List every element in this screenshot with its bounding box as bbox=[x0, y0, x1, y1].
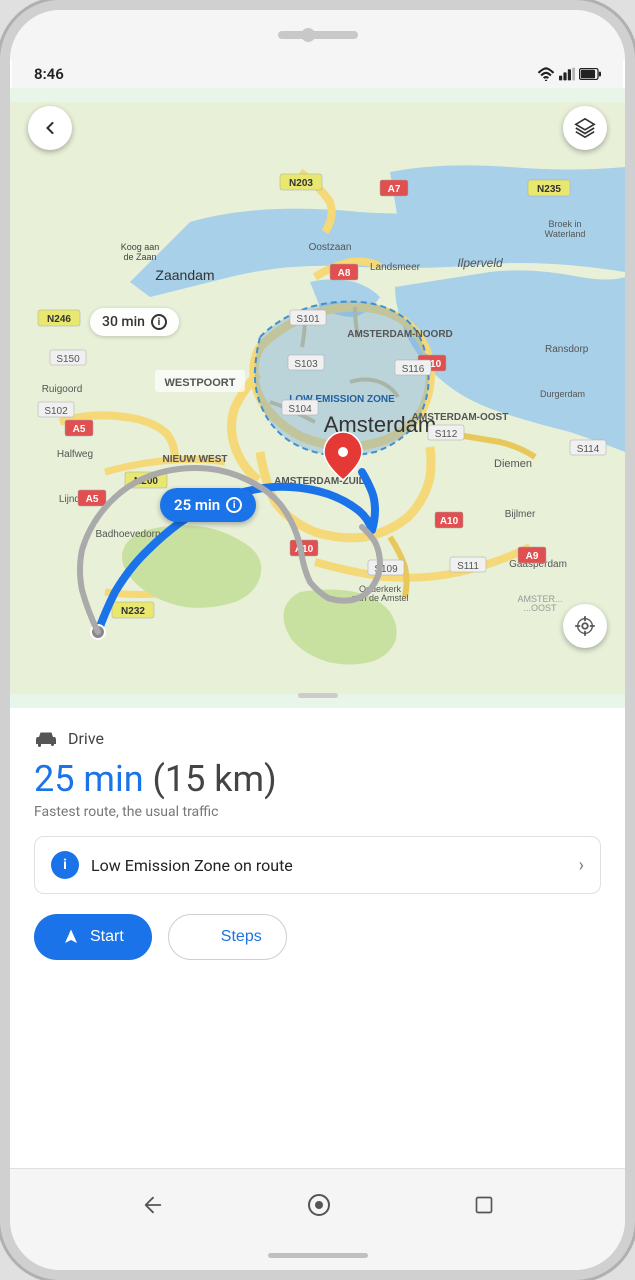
svg-text:...OOST: ...OOST bbox=[523, 603, 557, 613]
phone-bottom-bar bbox=[10, 1240, 625, 1270]
svg-text:S103: S103 bbox=[294, 359, 318, 370]
status-bar: 8:46 bbox=[10, 60, 625, 88]
svg-text:WESTPOORT: WESTPOORT bbox=[165, 377, 236, 389]
my-location-button[interactable] bbox=[563, 604, 607, 648]
action-buttons: Start Steps bbox=[34, 914, 601, 976]
alternate-route-duration: 30 min bbox=[102, 314, 145, 330]
info-icon-1: i bbox=[151, 314, 167, 330]
svg-text:Ruigoord: Ruigoord bbox=[42, 384, 83, 395]
nav-back-button[interactable] bbox=[142, 1194, 164, 1216]
nav-recent-button[interactable] bbox=[474, 1195, 494, 1215]
phone-speaker bbox=[278, 31, 358, 39]
steps-icon bbox=[193, 928, 211, 946]
svg-text:Bijlmer: Bijlmer bbox=[505, 509, 536, 520]
svg-text:S102: S102 bbox=[44, 406, 68, 417]
route-description: Fastest route, the usual traffic bbox=[34, 804, 601, 820]
android-nav-bar bbox=[10, 1168, 625, 1240]
route-time-display: 25 min (15 km) bbox=[34, 758, 601, 800]
start-button[interactable]: Start bbox=[34, 914, 152, 960]
lez-info-icon: i bbox=[51, 851, 79, 879]
svg-text:S116: S116 bbox=[402, 364, 425, 375]
phone-top-bar bbox=[10, 10, 625, 60]
svg-text:Ransdorp: Ransdorp bbox=[545, 344, 589, 355]
phone-frame: 8:46 bbox=[0, 0, 635, 1280]
svg-text:Durgerdam: Durgerdam bbox=[540, 389, 585, 399]
map-container: WESTPOORT LOW EMISSION ZONE AMSTERDAM-NO… bbox=[10, 88, 625, 708]
alternate-route-badge: 30 min i bbox=[90, 308, 179, 336]
svg-text:N235: N235 bbox=[537, 184, 561, 195]
svg-text:Ilperveld: Ilperveld bbox=[457, 256, 503, 270]
phone-camera bbox=[301, 28, 315, 42]
status-icons bbox=[537, 67, 601, 81]
map-drag-handle[interactable] bbox=[298, 693, 338, 698]
svg-text:S114: S114 bbox=[577, 444, 600, 455]
svg-text:S150: S150 bbox=[56, 354, 80, 365]
svg-text:A8: A8 bbox=[338, 268, 351, 279]
lez-banner[interactable]: i Low Emission Zone on route › bbox=[34, 836, 601, 894]
svg-text:Badhoevedorp: Badhoevedorp bbox=[95, 529, 160, 540]
svg-text:Diemen: Diemen bbox=[494, 458, 532, 470]
drive-label: Drive bbox=[68, 729, 104, 748]
info-icon-2: i bbox=[226, 497, 242, 513]
svg-text:NIEUW WEST: NIEUW WEST bbox=[163, 454, 228, 465]
map-layers-button[interactable] bbox=[563, 106, 607, 150]
back-button[interactable] bbox=[28, 106, 72, 150]
svg-text:S112: S112 bbox=[435, 429, 458, 440]
svg-text:Landsmeer: Landsmeer bbox=[370, 262, 421, 273]
svg-text:N232: N232 bbox=[121, 606, 145, 617]
svg-text:Koog aan: Koog aan bbox=[121, 242, 160, 252]
phone-bottom-pill bbox=[268, 1253, 368, 1258]
start-button-label: Start bbox=[90, 928, 124, 946]
svg-text:N203: N203 bbox=[289, 178, 313, 189]
lez-chevron-icon: › bbox=[579, 855, 584, 876]
steps-button-label: Steps bbox=[221, 928, 262, 946]
battery-icon bbox=[579, 68, 601, 80]
svg-text:N246: N246 bbox=[47, 314, 71, 325]
primary-route-badge: 25 min i bbox=[160, 488, 256, 522]
signal-icon bbox=[559, 67, 575, 81]
svg-text:Broek in: Broek in bbox=[548, 219, 581, 229]
svg-text:Waterland: Waterland bbox=[545, 229, 586, 239]
navigation-icon bbox=[62, 928, 80, 946]
svg-text:A10: A10 bbox=[440, 516, 459, 527]
svg-text:S104: S104 bbox=[288, 404, 312, 415]
primary-route-duration: 25 min bbox=[174, 496, 220, 514]
bottom-panel: Drive 25 min (15 km) Fastest route, the … bbox=[10, 708, 625, 1168]
svg-text:S111: S111 bbox=[457, 561, 479, 572]
status-time: 8:46 bbox=[34, 65, 64, 83]
svg-text:A9: A9 bbox=[526, 551, 539, 562]
svg-text:A5: A5 bbox=[73, 424, 86, 435]
lez-banner-text: Low Emission Zone on route bbox=[91, 856, 293, 875]
svg-text:Halfweg: Halfweg bbox=[57, 449, 93, 460]
lez-banner-left: i Low Emission Zone on route bbox=[51, 851, 293, 879]
route-distance: (15 km) bbox=[153, 758, 277, 800]
svg-text:A5: A5 bbox=[86, 494, 99, 505]
drive-header: Drive bbox=[34, 728, 601, 748]
nav-home-button[interactable] bbox=[307, 1193, 331, 1217]
wifi-icon bbox=[537, 67, 555, 81]
svg-text:A7: A7 bbox=[388, 184, 401, 195]
svg-text:Oostzaan: Oostzaan bbox=[309, 242, 352, 253]
steps-button[interactable]: Steps bbox=[168, 914, 287, 960]
car-icon bbox=[34, 728, 58, 748]
svg-text:de Zaan: de Zaan bbox=[123, 252, 156, 262]
svg-text:S101: S101 bbox=[296, 314, 320, 325]
route-duration: 25 min bbox=[34, 758, 144, 800]
svg-text:Zaandam: Zaandam bbox=[155, 267, 214, 283]
svg-text:AMSTERDAM-NOORD: AMSTERDAM-NOORD bbox=[347, 329, 453, 340]
